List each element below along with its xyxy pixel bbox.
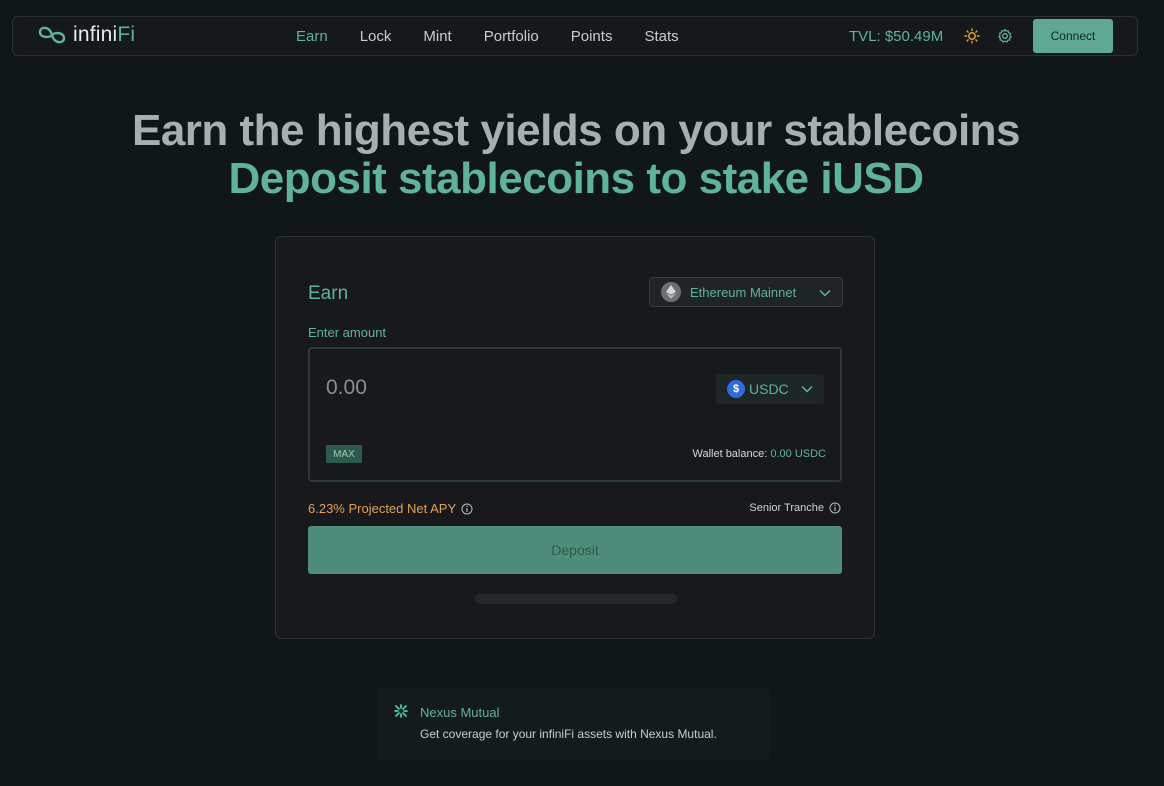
gear-icon[interactable] <box>997 28 1013 44</box>
logo-text: infiniFi <box>73 23 136 46</box>
nav-link-mint[interactable]: Mint <box>423 28 451 45</box>
token-label: USDC <box>749 381 789 397</box>
nexus-mutual-banner[interactable]: Nexus Mutual Get coverage for your infin… <box>377 688 771 760</box>
nav-link-portfolio[interactable]: Portfolio <box>484 28 539 45</box>
loading-placeholder <box>475 594 677 604</box>
info-icon[interactable] <box>829 502 841 514</box>
deposit-button[interactable]: Deposit <box>308 526 842 574</box>
card-title: Earn <box>308 283 349 304</box>
info-icon[interactable] <box>461 503 473 515</box>
enter-amount-label: Enter amount <box>308 325 387 340</box>
token-select[interactable]: $ USDC <box>716 374 824 404</box>
nexus-title: Nexus Mutual <box>420 705 500 720</box>
chevron-down-icon <box>819 289 831 297</box>
top-nav: infiniFi Earn Lock Mint Portfolio Points… <box>12 16 1138 56</box>
hero-title: Earn the highest yields on your stableco… <box>131 106 1021 155</box>
nexus-description: Get coverage for your infiniFi assets wi… <box>420 727 717 741</box>
connect-button[interactable]: Connect <box>1033 19 1113 53</box>
wallet-balance: Wallet balance: 0.00 USDC <box>692 448 826 460</box>
wallet-balance-value: 0.00 USDC <box>770 448 826 460</box>
infinity-logo-icon <box>38 26 66 44</box>
ethereum-icon <box>661 282 681 302</box>
chevron-down-icon <box>801 385 813 393</box>
tvl-value: TVL: $50.49M <box>849 28 944 45</box>
network-label: Ethereum Mainnet <box>690 284 797 300</box>
amount-input[interactable] <box>326 373 626 403</box>
earn-card: Earn Ethereum Mainnet Enter amount $ USD… <box>275 236 875 639</box>
tranche-text: Senior Tranche <box>749 502 824 514</box>
logo[interactable]: infiniFi <box>37 23 135 47</box>
senior-tranche: Senior Tranche <box>749 502 841 514</box>
hero-subtitle: Deposit stablecoins to stake iUSD <box>228 154 924 203</box>
nav-link-stats[interactable]: Stats <box>644 28 678 45</box>
nav-link-lock[interactable]: Lock <box>360 28 392 45</box>
projected-apy: 6.23% Projected Net APY <box>308 501 473 516</box>
network-select[interactable]: Ethereum Mainnet <box>649 277 843 307</box>
nav-links: Earn Lock Mint Portfolio Points Stats <box>296 28 711 45</box>
apy-text: 6.23% Projected Net APY <box>308 501 457 516</box>
wallet-balance-label: Wallet balance: <box>692 448 768 460</box>
amount-box: $ USDC MAX Wallet balance: 0.00 USDC <box>308 347 842 482</box>
usdc-icon: $ <box>727 380 745 398</box>
nexus-mutual-icon <box>394 704 408 718</box>
max-button[interactable]: MAX <box>326 445 362 463</box>
nav-link-earn[interactable]: Earn <box>296 28 328 45</box>
nav-link-points[interactable]: Points <box>571 28 613 45</box>
sun-icon[interactable] <box>964 28 980 44</box>
